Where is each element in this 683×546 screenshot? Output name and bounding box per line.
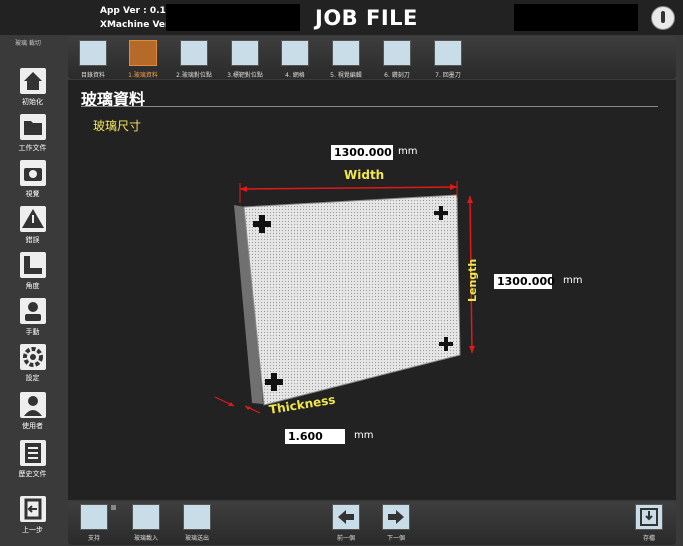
length-label: Length <box>466 258 479 302</box>
folder-icon <box>19 114 46 140</box>
arrow-left-icon <box>332 504 360 530</box>
tab-directory[interactable]: 目錄資料 <box>69 40 117 80</box>
indicator-icon <box>111 505 116 510</box>
sidebar-item-label: 工作文件 <box>18 144 47 152</box>
tab-target-align[interactable]: 3.標靶對位點 <box>221 40 269 80</box>
length-unit: mm <box>563 275 583 286</box>
tab-vision-edit[interactable]: 5. 視覺編輯 <box>322 40 370 80</box>
sidebar-item-label: 錯誤 <box>25 236 40 244</box>
width-input[interactable]: 1300.000 <box>331 145 393 160</box>
sidebar-item-label: 歷史文件 <box>18 470 47 478</box>
support-label: 支持 <box>87 535 100 542</box>
tab-glass-align[interactable]: 2.玻璃對位點 <box>170 40 218 80</box>
section-title: 玻璃尺寸 <box>93 119 142 133</box>
tab-drill-knife[interactable]: 6. 鑽刻刀 <box>373 40 421 80</box>
back-icon <box>19 496 46 522</box>
sidebar-top-label: 玻璃 裁切 <box>15 40 41 47</box>
glass-in-button[interactable]: 玻璃載入 <box>124 504 168 542</box>
directory-icon <box>79 40 107 66</box>
target-align-icon <box>231 40 259 66</box>
glass-in-icon <box>132 504 160 530</box>
history-icon <box>19 440 46 466</box>
thickness-unit: mm <box>354 430 374 441</box>
glass-data-icon <box>129 40 157 66</box>
gear-icon <box>19 344 46 370</box>
prev-button[interactable]: 前一個 <box>324 504 368 542</box>
sidebar-item-label: 使用者 <box>22 422 43 430</box>
width-dimension-line <box>239 186 458 190</box>
sidebar-item-user[interactable]: 使用者 <box>5 392 60 436</box>
app-version: App Ver : 0.1.3 <box>100 6 176 16</box>
arrow-right-icon <box>382 504 410 530</box>
status-box-left <box>166 4 300 31</box>
save-label: 存檔 <box>642 535 655 542</box>
sidebar-item-settings[interactable]: 設定 <box>5 344 60 388</box>
prev-label: 前一個 <box>336 535 355 542</box>
sidebar-item-label: 設定 <box>25 374 40 382</box>
next-label: 下一個 <box>386 535 405 542</box>
sidebar-item-label: 手動 <box>25 328 40 336</box>
sidebar-item-error[interactable]: 錯誤 <box>5 206 60 250</box>
save-button[interactable]: 存檔 <box>627 504 671 542</box>
tab-grid[interactable]: 4. 網格 <box>271 40 319 80</box>
sidebar-item-label: 視覺 <box>25 190 40 198</box>
page-header-title: JOB FILE <box>315 6 418 30</box>
width-label: Width <box>344 168 385 182</box>
sidebar-item-jobfile[interactable]: 工作文件 <box>5 114 60 158</box>
ink-knife-icon <box>434 40 462 66</box>
support-icon <box>80 504 108 530</box>
width-unit: mm <box>398 146 418 157</box>
sidebar-item-init[interactable]: 初始化 <box>5 68 60 112</box>
glass-out-label: 玻璃送出 <box>184 535 209 542</box>
user-icon <box>19 392 46 418</box>
tab-ink-knife[interactable]: 7. 回墨刀 <box>424 40 472 80</box>
glass-in-label: 玻璃載入 <box>133 535 158 542</box>
tab-label: 7. 回墨刀 <box>435 72 461 79</box>
sidebar-item-label: 初始化 <box>22 98 43 106</box>
glass-out-button[interactable]: 玻璃送出 <box>175 504 219 542</box>
thickness-input[interactable]: 1.600 <box>285 429 345 444</box>
sidebar-item-label: 角度 <box>25 282 40 290</box>
tab-label: 2.玻璃對位點 <box>176 72 212 79</box>
tab-label: 6. 鑽刻刀 <box>384 72 410 79</box>
hand-icon <box>19 298 46 324</box>
status-box-right <box>514 4 638 31</box>
sidebar-item-vision[interactable]: 視覺 <box>5 160 60 204</box>
sidebar-item-angle[interactable]: 角度 <box>5 252 60 296</box>
sidebar-item-history[interactable]: 歷史文件 <box>5 440 60 484</box>
vision-edit-icon <box>332 40 360 66</box>
support-button[interactable]: 支持 <box>72 504 116 542</box>
grid-icon <box>281 40 309 66</box>
ruler-icon <box>19 252 46 278</box>
tab-label: 1.玻璃資料 <box>128 72 158 79</box>
drill-knife-icon <box>383 40 411 66</box>
glass-align-icon <box>180 40 208 66</box>
title-divider <box>81 106 658 107</box>
power-button[interactable] <box>651 6 675 30</box>
camera-icon <box>19 160 46 186</box>
home-icon <box>19 68 46 94</box>
tab-label: 5. 視覺編輯 <box>330 72 362 79</box>
tab-label: 目錄資料 <box>80 72 105 79</box>
sidebar-item-back[interactable]: 上一步 <box>5 496 60 540</box>
tab-label: 3.標靶對位點 <box>227 72 263 79</box>
length-input[interactable]: 1300.000 <box>494 274 555 289</box>
save-icon <box>635 504 663 530</box>
sidebar-item-label: 上一步 <box>22 526 43 534</box>
sidebar-item-manual[interactable]: 手動 <box>5 298 60 342</box>
tab-label: 4. 網格 <box>285 72 305 79</box>
glass-out-icon <box>183 504 211 530</box>
glass-diagram <box>214 181 475 414</box>
next-button[interactable]: 下一個 <box>374 504 418 542</box>
tab-glass-data[interactable]: 1.玻璃資料 <box>119 40 167 80</box>
warning-icon <box>19 206 46 232</box>
